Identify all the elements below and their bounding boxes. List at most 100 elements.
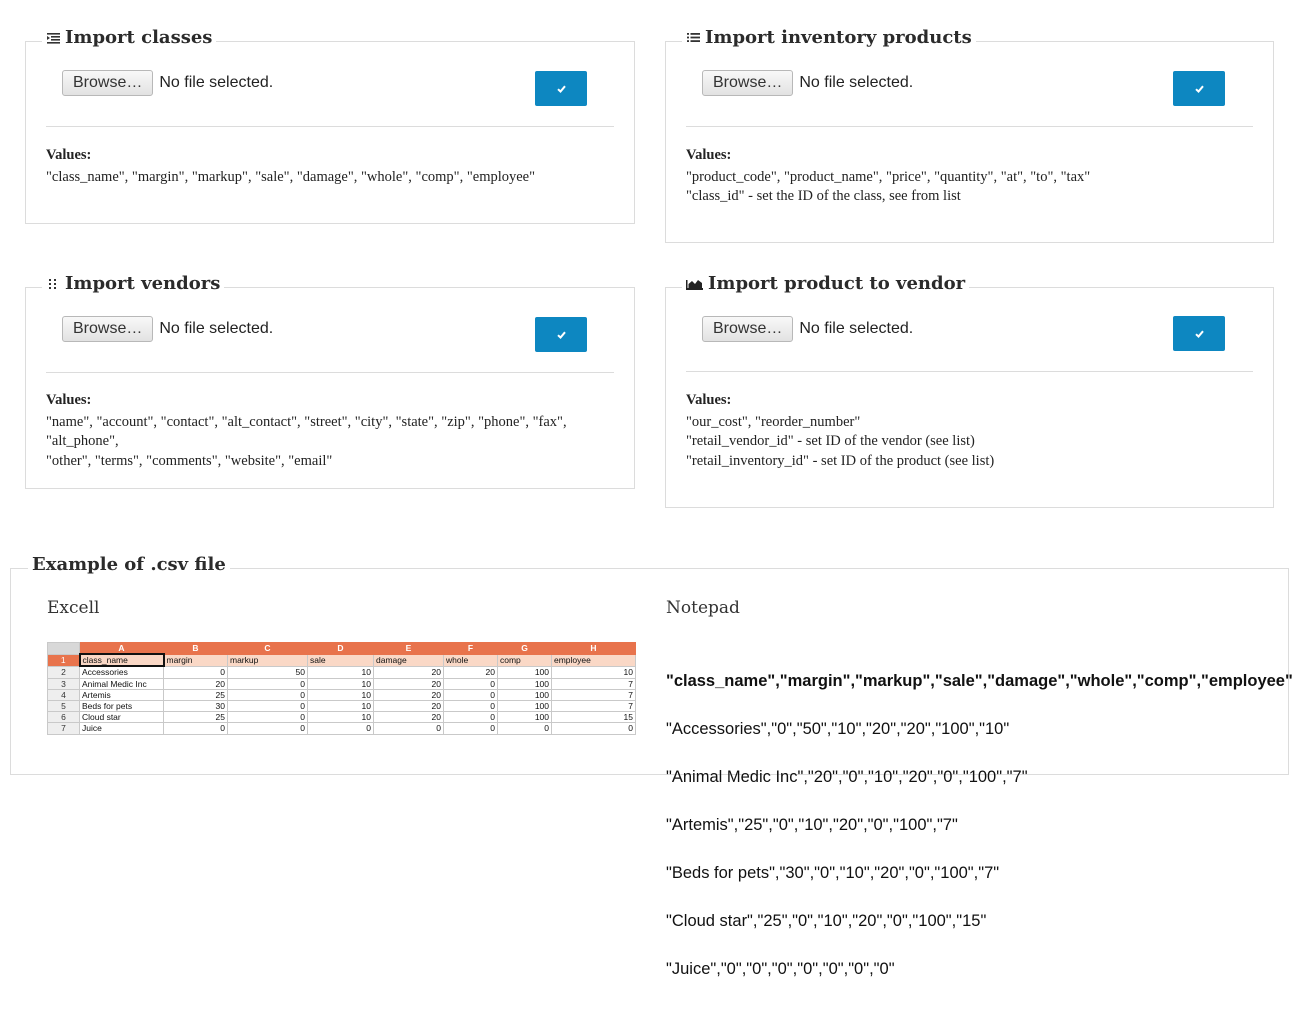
values-block: Values: "our_cost", "reorder_number" "re… (686, 391, 994, 471)
row-header: 1 (47, 653, 80, 667)
divider (686, 371, 1253, 372)
table-cell: 0 (227, 677, 308, 690)
table-cell: 0 (307, 722, 374, 735)
values-block: Values: "name", "account", "contact", "a… (46, 391, 634, 471)
table-cell: 15 (551, 711, 636, 724)
check-icon (1194, 80, 1204, 98)
no-file-text: No file selected. (799, 320, 914, 337)
divider (46, 372, 614, 373)
column-header: A (79, 642, 164, 655)
no-file-text: No file selected. (159, 74, 274, 91)
notepad-line: "Animal Medic Inc","20","0","10","20","0… (666, 768, 1028, 786)
row-header: 2 (47, 665, 80, 679)
import-vendors-panel: Import vendors Browse… No file selected.… (25, 273, 635, 489)
table-cell: Beds for pets (79, 699, 164, 713)
browse-button[interactable]: Browse… (702, 70, 794, 96)
table-cell: damage (373, 653, 444, 667)
table-cell: 20 (373, 688, 444, 701)
submit-button[interactable] (1173, 316, 1225, 351)
row-header: 6 (47, 711, 80, 724)
check-icon (556, 326, 566, 344)
table-cell: 20 (443, 665, 498, 679)
table-cell: 10 (551, 665, 636, 679)
table-cell: 100 (497, 677, 552, 690)
notepad-label: Notepad (666, 598, 740, 618)
import-product-vendor-legend: Import product to vendor (682, 273, 970, 294)
submit-button[interactable] (535, 317, 587, 352)
values-line: "class_name", "margin", "markup", "sale"… (46, 168, 536, 185)
notepad-line: "class_name","margin","markup","sale","d… (666, 672, 1293, 690)
column-header: B (163, 642, 228, 655)
table-cell: 100 (497, 688, 552, 701)
check-icon (1194, 325, 1204, 343)
values-line: "name", "account", "contact", "alt_conta… (46, 413, 567, 450)
table-cell: 20 (373, 677, 444, 690)
import-inventory-legend: Import inventory products (682, 27, 976, 48)
table-cell: comp (497, 653, 552, 667)
column-header: E (373, 642, 444, 655)
table-cell: 100 (497, 699, 552, 713)
table-cell: margin (163, 653, 228, 667)
table-cell: class_name (78, 653, 165, 668)
table-cell: 10 (307, 699, 374, 713)
table-cell: Juice (79, 722, 164, 735)
values-label: Values: (46, 392, 92, 408)
table-cell: 20 (373, 711, 444, 724)
values-block: Values: "class_name", "margin", "markup"… (46, 146, 535, 187)
notepad-content: "class_name","margin","markup","sale","d… (666, 641, 1293, 1009)
table-row: 6 Cloud star 25 0 10 20 0 100 15 (47, 711, 636, 724)
table-cell: 0 (551, 722, 636, 735)
table-row: 7 Juice 0 0 0 0 0 0 0 (47, 722, 636, 735)
column-header: C (227, 642, 308, 655)
table-row: 1 class_name margin markup sale damage w… (47, 653, 636, 668)
csv-example-legend: Example of .csv file (28, 554, 230, 575)
import-classes-legend: Import classes (42, 27, 217, 48)
table-cell: Accessories (79, 665, 164, 679)
table-cell: 0 (227, 722, 308, 735)
divider (686, 126, 1253, 127)
row-header: 3 (47, 677, 80, 690)
file-input[interactable]: Browse… No file selected. (62, 70, 273, 96)
table-cell: Artemis (79, 688, 164, 701)
file-input[interactable]: Browse… No file selected. (702, 316, 913, 342)
table-cell: employee (551, 653, 636, 667)
submit-button[interactable] (535, 71, 587, 106)
csv-example-panel: Example of .csv file Excell Notepad A B … (10, 554, 1293, 977)
values-line: "class_id" - set the ID of the class, se… (686, 188, 961, 204)
table-cell: 0 (443, 688, 498, 701)
table-cell: 20 (163, 677, 228, 690)
values-line: "retail_inventory_id" - set ID of the pr… (686, 452, 995, 469)
values-line: "our_cost", "reorder_number" (686, 413, 861, 430)
corner-cell (47, 642, 80, 655)
no-file-text: No file selected. (159, 320, 274, 337)
panel-title: Example of .csv file (32, 554, 226, 575)
table-row: 2 Accessories 0 50 10 20 20 100 10 (47, 665, 636, 679)
file-input[interactable]: Browse… No file selected. (62, 316, 273, 342)
browse-button[interactable]: Browse… (62, 316, 154, 342)
values-line: "retail_vendor_id" - set ID of the vendo… (686, 433, 975, 449)
column-header: G (497, 642, 552, 655)
excel-label: Excell (47, 598, 100, 618)
browse-button[interactable]: Browse… (702, 316, 794, 342)
row-header: 5 (47, 699, 80, 713)
table-cell: 20 (373, 665, 444, 679)
values-line: "product_code", "product_name", "price",… (686, 168, 1091, 185)
no-file-text: No file selected. (799, 74, 914, 91)
table-cell: 50 (227, 665, 308, 679)
spreadsheet-table: A B C D E F G H 1 class_name margin mark… (47, 642, 636, 735)
file-input[interactable]: Browse… No file selected. (702, 70, 913, 96)
submit-button[interactable] (1173, 71, 1225, 106)
table-cell: 0 (163, 665, 228, 679)
table-cell: 7 (551, 688, 636, 701)
values-line: "other", "terms", "comments", "website",… (46, 452, 333, 469)
table-cell: sale (307, 653, 374, 667)
notepad-line: "Accessories","0","50","10","20","20","1… (666, 720, 1010, 738)
values-block: Values: "product_code", "product_name", … (686, 146, 1090, 207)
table-cell: 25 (163, 711, 228, 724)
area-chart-icon (686, 277, 703, 291)
table-cell: 0 (443, 722, 498, 735)
table-cell: 7 (551, 677, 636, 690)
browse-button[interactable]: Browse… (62, 70, 154, 96)
notepad-line: "Cloud star","25","0","10","20","0","100… (666, 912, 987, 930)
table-cell: 20 (373, 699, 444, 713)
